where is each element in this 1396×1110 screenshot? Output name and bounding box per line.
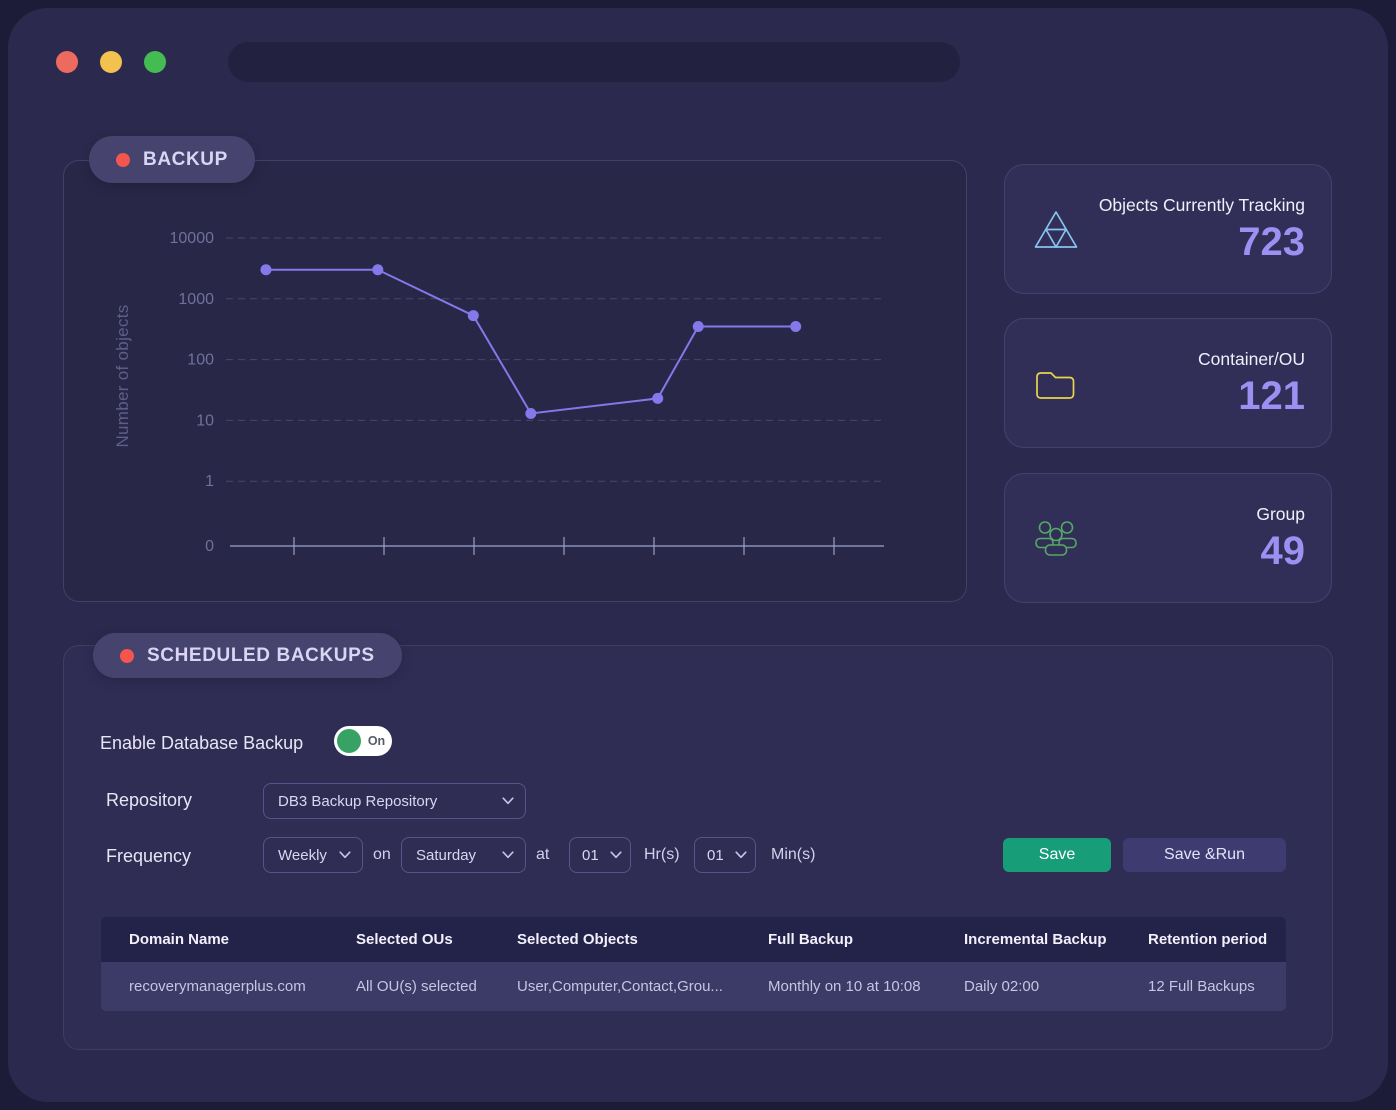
enable-backup-toggle[interactable]: On	[334, 726, 392, 756]
data-point	[692, 321, 704, 333]
hour-unit-label: Hr(s)	[644, 846, 680, 863]
close-window-icon[interactable]	[56, 51, 78, 73]
backup-section-header: BACKUP	[89, 136, 255, 183]
column-header: Selected Objects	[517, 931, 638, 948]
cell-incremental-backup: Daily 02:00	[964, 978, 1040, 995]
chevron-down-icon	[735, 851, 747, 859]
stat-label: Container/OU	[1198, 349, 1305, 369]
stat-card-objects-tracking: Objects Currently Tracking 723	[1004, 164, 1332, 294]
group-icon	[1035, 521, 1077, 556]
cell-selected-objects: User,Computer,Contact,Grou...	[517, 978, 723, 995]
scheduled-backups-title: SCHEDULED BACKUPS	[147, 644, 375, 666]
column-header: Domain Name	[129, 931, 230, 948]
app-window: BACKUP 10000 1000 100 10 1 0 Number of object…	[8, 8, 1388, 1102]
frequency-label: Frequency	[106, 846, 192, 866]
cell-domain-name: recoverymanagerplus.com	[129, 978, 306, 995]
toggle-knob	[337, 729, 361, 753]
on-label: on	[373, 846, 391, 863]
triangle-icon	[1034, 211, 1078, 248]
enable-backup-label: Enable Database Backup	[100, 733, 304, 753]
minute-select-value: 01	[707, 846, 724, 864]
y-tick-label: 100	[187, 352, 214, 369]
column-header: Selected OUs	[356, 931, 453, 948]
backup-chart-svg: 1000010001001010	[170, 230, 884, 555]
window-controls	[56, 51, 166, 73]
day-select-value: Saturday	[416, 846, 477, 864]
y-tick-label: 0	[205, 538, 214, 555]
backup-chart-panel: 10000 1000 100 10 1 0 Number of objects	[63, 160, 967, 602]
hour-select-value: 01	[582, 846, 599, 864]
section-dot-icon	[120, 648, 134, 663]
data-point	[652, 392, 664, 404]
backup-section-title: BACKUP	[143, 148, 228, 170]
backup-schedule-table: Domain Name Selected OUs Selected Object…	[101, 917, 1286, 1011]
y-tick-label: 1	[205, 473, 214, 490]
chevron-down-icon	[610, 851, 622, 859]
toggle-state-label: On	[367, 734, 386, 748]
chevron-down-icon	[502, 797, 514, 805]
data-point	[372, 264, 384, 276]
save-and-run-button[interactable]: Save &Run	[1123, 838, 1286, 872]
data-point	[525, 407, 537, 419]
data-line	[265, 268, 796, 415]
stat-label: Objects Currently Tracking	[1098, 195, 1305, 215]
y-axis-label: Number of objects	[113, 304, 132, 448]
stat-card-group: Group 49	[1004, 473, 1332, 603]
maximize-window-icon[interactable]	[144, 51, 166, 73]
repository-select[interactable]: DB3 Backup Repository	[263, 783, 526, 819]
column-header: Retention period	[1148, 931, 1268, 948]
cell-selected-ous: All OU(s) selected	[356, 978, 477, 995]
stat-value: 723	[1238, 220, 1305, 264]
repository-select-value: DB3 Backup Repository	[278, 792, 438, 810]
table-row: recoverymanagerplus.com All OU(s) select…	[101, 962, 1286, 1011]
day-select[interactable]: Saturday	[401, 837, 526, 873]
table-header-row: Domain Name Selected OUs Selected Object…	[101, 917, 1286, 962]
data-point	[260, 264, 272, 276]
minute-unit-label: Min(s)	[771, 846, 816, 863]
repository-label: Repository	[106, 790, 193, 810]
stat-value: 49	[1260, 529, 1306, 573]
frequency-select-value: Weekly	[278, 846, 327, 864]
cell-full-backup: Monthly on 10 at 10:08	[768, 978, 921, 995]
hour-select[interactable]: 01	[569, 837, 631, 873]
chevron-down-icon	[502, 851, 514, 859]
frequency-select[interactable]: Weekly	[263, 837, 363, 873]
column-header: Incremental Backup	[964, 931, 1107, 948]
data-point	[790, 321, 802, 333]
address-bar[interactable]	[228, 42, 960, 82]
stat-card-container-ou: Container/OU 121	[1004, 318, 1332, 448]
scheduled-backups-panel: Enable Database Backup On Repository DB3…	[63, 645, 1333, 1050]
section-dot-icon	[116, 152, 130, 167]
save-button[interactable]: Save	[1003, 838, 1111, 872]
folder-icon	[1036, 372, 1075, 399]
column-header: Full Backup	[768, 931, 854, 948]
cell-retention-period: 12 Full Backups	[1148, 978, 1255, 995]
y-tick-label: 10	[196, 412, 214, 429]
stat-value: 121	[1238, 374, 1305, 418]
chevron-down-icon	[339, 851, 351, 859]
at-label: at	[536, 846, 550, 863]
minute-select[interactable]: 01	[694, 837, 756, 873]
data-point	[467, 310, 479, 322]
y-tick-label: 1000	[178, 291, 214, 308]
y-tick-label: 10000	[170, 230, 215, 247]
minimize-window-icon[interactable]	[100, 51, 122, 73]
stat-label: Group	[1256, 504, 1305, 524]
scheduled-backups-section-header: SCHEDULED BACKUPS	[93, 633, 402, 678]
